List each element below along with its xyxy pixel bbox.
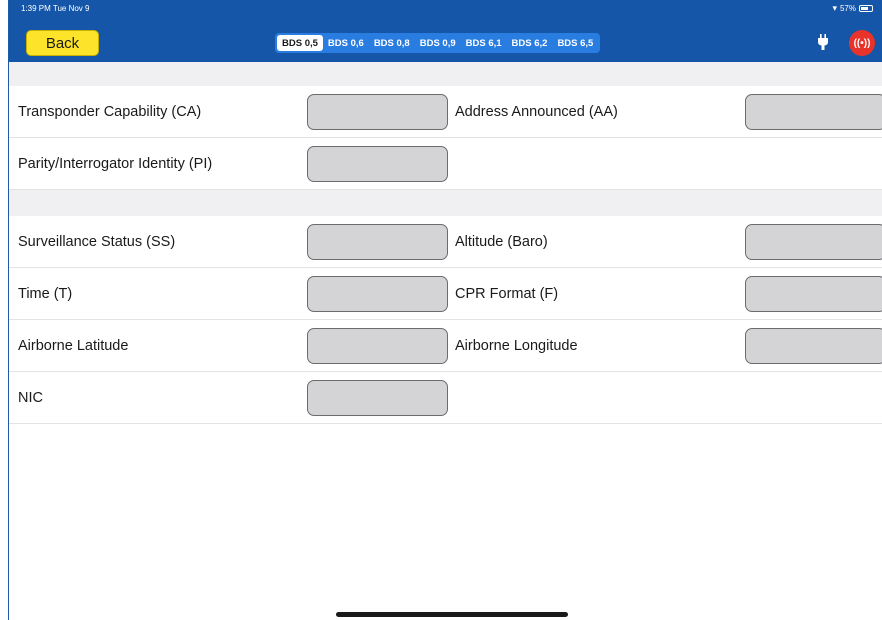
row-pi: Parity/Interrogator Identity (PI) (9, 138, 882, 190)
section-header-2 (9, 190, 882, 216)
longitude-label: Airborne Longitude (455, 338, 578, 354)
tab-bds-62[interactable]: BDS 6,2 (507, 35, 553, 51)
tab-bds-61[interactable]: BDS 6,1 (461, 35, 507, 51)
latitude-field (307, 328, 448, 364)
tab-bds-05[interactable]: BDS 0,5 (277, 35, 323, 51)
row-lat-lon: Airborne Latitude Airborne Longitude (9, 320, 882, 372)
nic-label: NIC (18, 390, 43, 406)
section-header-1 (9, 62, 882, 86)
back-button[interactable]: Back (26, 30, 99, 56)
ss-label: Surveillance Status (SS) (18, 234, 176, 250)
cpr-label: CPR Format (F) (455, 286, 559, 302)
time-field (307, 276, 448, 312)
cpr-field (745, 276, 882, 312)
tab-bds-06[interactable]: BDS 0,6 (323, 35, 369, 51)
latitude-label: Airborne Latitude (18, 338, 129, 354)
home-indicator[interactable] (336, 612, 568, 617)
row-ca-aa: Transponder Capability (CA) Address Anno… (9, 86, 882, 138)
nic-field (307, 380, 448, 416)
battery-icon (859, 5, 873, 12)
pi-field (307, 146, 448, 182)
tab-bds-08[interactable]: BDS 0,8 (369, 35, 415, 51)
broadcast-button[interactable]: ((•)) (849, 30, 875, 56)
altitude-field (745, 224, 882, 260)
status-right: ▾ 57% (832, 3, 873, 14)
aa-field (745, 94, 882, 130)
wifi-icon: ▾ (832, 3, 837, 13)
row-time-cpr: Time (T) CPR Format (F) (9, 268, 882, 320)
row-ss-alt: Surveillance Status (SS) Altitude (Baro) (9, 216, 882, 268)
pi-label: Parity/Interrogator Identity (PI) (18, 156, 213, 172)
tab-bds-09[interactable]: BDS 0,9 (415, 35, 461, 51)
ca-field (307, 94, 448, 130)
status-time: 1:39 PM Tue Nov 9 (21, 4, 90, 13)
app-frame: 1:39 PM Tue Nov 9 ▾ 57% Back BDS 0,5 BDS… (8, 0, 882, 620)
time-label: Time (T) (18, 286, 73, 302)
bds-tab-bar: BDS 0,5 BDS 0,6 BDS 0,8 BDS 0,9 BDS 6,1 … (275, 33, 601, 53)
power-plug-icon (818, 34, 828, 50)
ca-label: Transponder Capability (CA) (18, 104, 202, 120)
altitude-label: Altitude (Baro) (455, 234, 548, 250)
aa-label: Address Announced (AA) (455, 104, 618, 120)
top-bar: 1:39 PM Tue Nov 9 ▾ 57% Back BDS 0,5 BDS… (9, 0, 882, 62)
ss-field (307, 224, 448, 260)
tab-bds-65[interactable]: BDS 6,5 (552, 35, 598, 51)
longitude-field (745, 328, 882, 364)
row-nic: NIC (9, 372, 882, 424)
battery-percent: 57% (839, 4, 856, 13)
